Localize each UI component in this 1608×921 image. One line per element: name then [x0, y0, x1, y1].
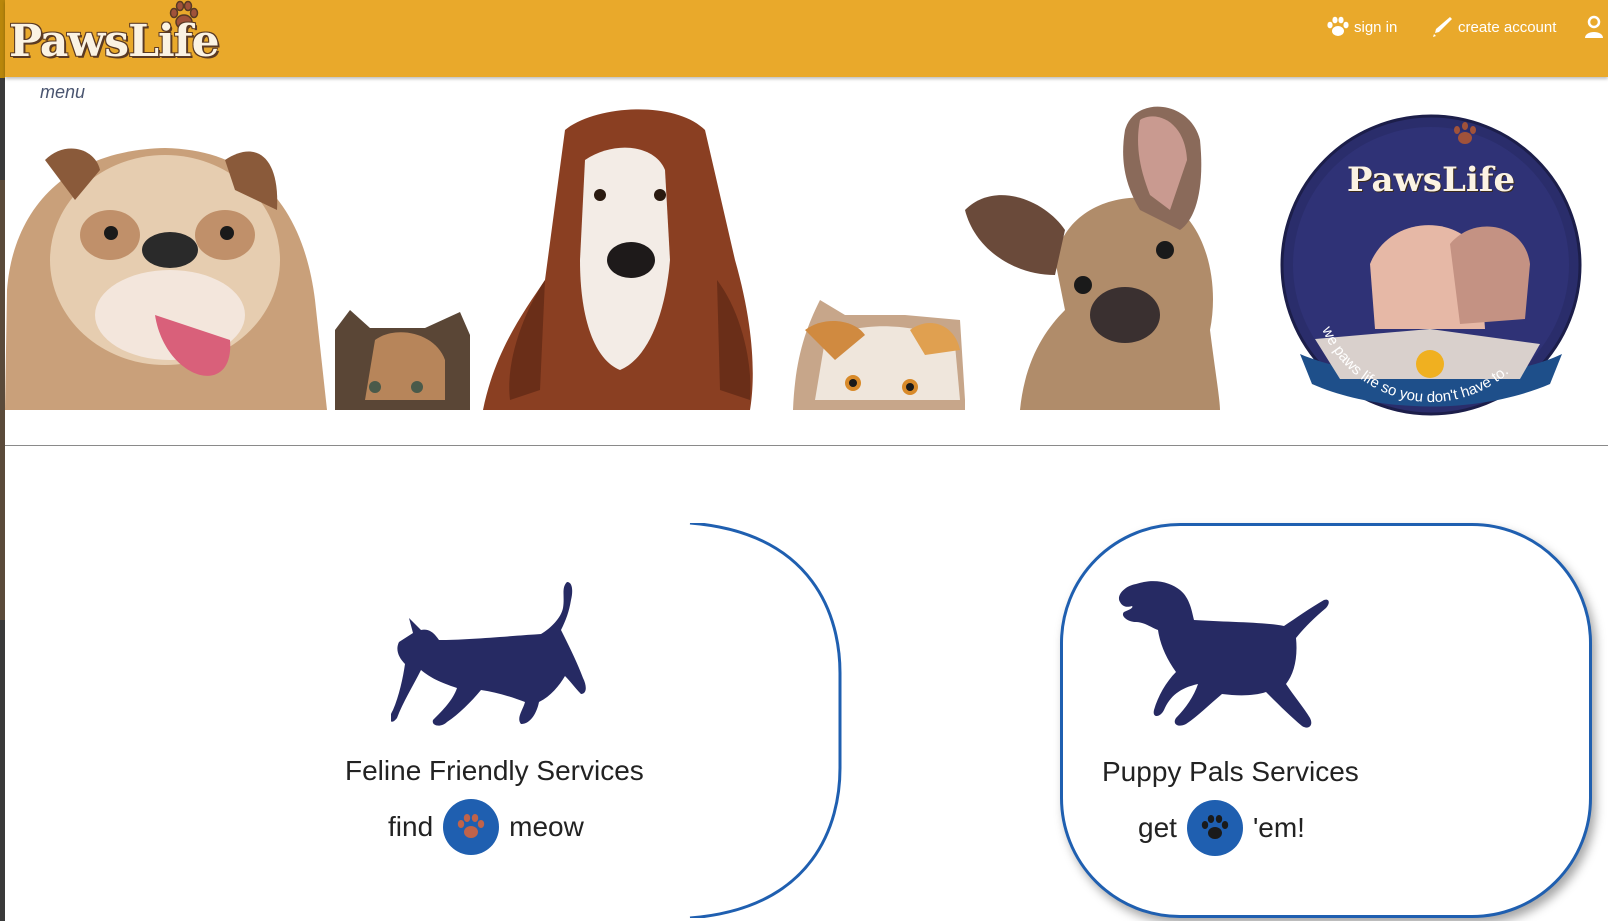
puppy-tagline-suffix: 'em! — [1252, 812, 1305, 843]
feline-services-card[interactable]: Feline Friendly Services find meow — [345, 523, 843, 918]
feline-tagline-prefix: find — [388, 811, 434, 842]
pawslife-seal: we paws life so you don't have to. PawsL… — [1280, 114, 1582, 416]
feline-paw-button[interactable] — [443, 799, 500, 855]
create-account-link[interactable]: create account — [1430, 10, 1556, 44]
seal-title: PawsLife — [1346, 160, 1516, 200]
paw-icon — [1327, 16, 1349, 36]
french-bulldog-illustration — [965, 106, 1220, 410]
brand-logo[interactable]: PawsLife — [9, 0, 241, 72]
pen-icon — [1433, 17, 1452, 37]
top-header-bar: PawsLife sign in create account — [5, 0, 1608, 77]
banner-divider — [5, 445, 1608, 446]
feline-services-title: Feline Friendly Services — [345, 755, 644, 786]
bulldog-illustration — [5, 148, 327, 410]
puppy-tagline: get 'em! — [1138, 800, 1305, 856]
cat-silhouette-icon — [391, 582, 586, 726]
puppy-services-title: Puppy Pals Services — [1102, 756, 1359, 787]
paw-icon — [1201, 815, 1229, 839]
user-icon — [1585, 15, 1603, 38]
create-account-label: create account — [1458, 18, 1557, 36]
sign-in-label: sign in — [1354, 18, 1398, 36]
dog-silhouette-icon — [1118, 581, 1329, 728]
paw-icon — [457, 814, 485, 838]
puppy-services-card[interactable]: Puppy Pals Services get 'em! — [1060, 523, 1592, 918]
feline-tagline-suffix: meow — [509, 811, 584, 842]
feline-tagline: find meow — [388, 799, 584, 855]
brand-logo-text: PawsLife — [9, 16, 220, 67]
puppy-paw-button[interactable] — [1186, 800, 1243, 856]
sign-in-link[interactable]: sign in — [1326, 10, 1397, 44]
persian-cat-illustration — [793, 300, 965, 410]
kitten-illustration — [335, 310, 470, 410]
user-account-button[interactable] — [1583, 10, 1608, 44]
basset-hound-illustration — [483, 109, 753, 410]
puppy-tagline-prefix: get — [1138, 812, 1177, 843]
